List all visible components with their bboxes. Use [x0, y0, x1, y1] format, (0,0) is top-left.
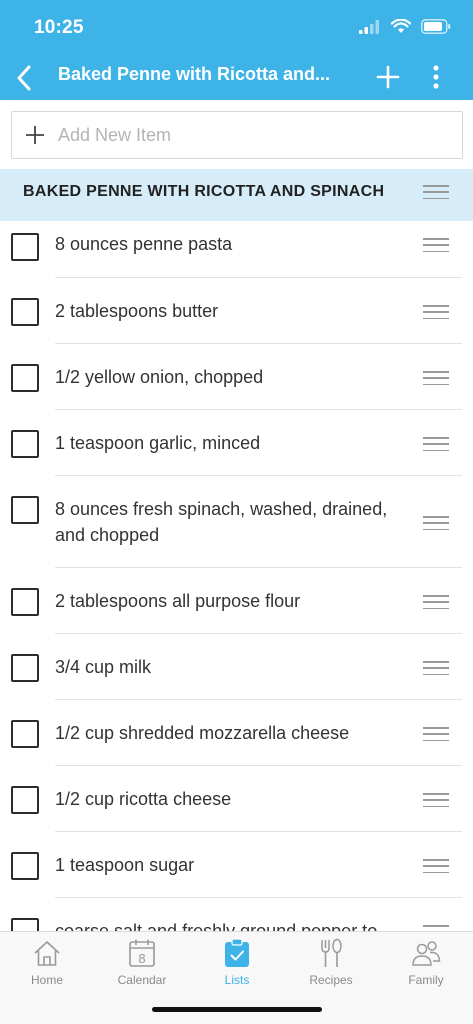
tab-label: Home: [30, 973, 63, 987]
plus-icon: [12, 112, 58, 158]
item-label: 8 ounces penne pasta: [55, 234, 233, 254]
item-checkbox[interactable]: [11, 298, 39, 326]
item-label: 8 ounces fresh spinach, washed, drained,…: [55, 499, 388, 545]
list-item[interactable]: 1/2 yellow onion, chopped: [0, 344, 473, 410]
page-title: Baked Penne with Ricotta and...: [58, 64, 331, 84]
item-label: 1 teaspoon sugar: [55, 855, 195, 875]
more-options-button[interactable]: [426, 62, 446, 92]
ingredient-list: 8 ounces penne pasta 2 tablespoons butte…: [0, 221, 473, 931]
tab-home[interactable]: Home: [7, 938, 87, 994]
list-item[interactable]: 2 tablespoons all purpose flour: [0, 568, 473, 634]
item-checkbox[interactable]: [11, 364, 39, 392]
more-vertical-icon: [433, 65, 439, 89]
item-label: 1/2 yellow onion, chopped: [55, 367, 264, 387]
item-checkbox[interactable]: [11, 430, 39, 458]
list-item[interactable]: 1 teaspoon garlic, minced: [0, 410, 473, 476]
home-icon: [34, 941, 60, 966]
drag-handle-icon[interactable]: [423, 516, 449, 530]
tab-calendar[interactable]: 8 Calendar: [102, 938, 182, 994]
list-item[interactable]: 1/2 cup shredded mozzarella cheese: [0, 700, 473, 766]
item-label: 1/2 cup shredded mozzarella cheese: [55, 723, 350, 743]
nav-row: Baked Penne with Ricotta and...: [0, 56, 473, 100]
item-checkbox[interactable]: [11, 720, 39, 748]
status-time: 10:25: [34, 17, 84, 38]
list-item[interactable]: 8 ounces fresh spinach, washed, drained,…: [0, 476, 473, 568]
status-bar: 10:25: [0, 0, 473, 56]
plus-icon: [376, 65, 400, 89]
item-checkbox[interactable]: [11, 786, 39, 814]
list-item[interactable]: 8 ounces penne pasta: [0, 221, 473, 278]
drag-handle-icon[interactable]: [423, 859, 449, 873]
drag-handle-icon[interactable]: [423, 305, 449, 319]
item-checkbox[interactable]: [11, 588, 39, 616]
list-item[interactable]: 1 teaspoon sugar: [0, 832, 473, 898]
drag-handle-icon[interactable]: [423, 661, 449, 675]
drag-handle-icon[interactable]: [423, 595, 449, 609]
item-checkbox[interactable]: [11, 654, 39, 682]
item-checkbox[interactable]: [11, 852, 39, 880]
drag-handle-icon[interactable]: [423, 371, 449, 385]
tab-label: Calendar: [117, 973, 167, 987]
app-header: 10:25 Baked Penne with Ricotta and...: [0, 0, 473, 100]
list-item[interactable]: 1/2 cup ricotta cheese: [0, 766, 473, 832]
item-label: 3/4 cup milk: [55, 657, 152, 677]
tab-label: Lists: [224, 973, 250, 987]
list-item[interactable]: coarse salt and freshly ground pepper to: [0, 898, 473, 931]
add-item-input[interactable]: [58, 124, 438, 146]
battery-icon: [421, 19, 451, 34]
recipes-icon: [321, 938, 342, 967]
tab-family[interactable]: Family: [386, 938, 466, 994]
back-button[interactable]: [10, 60, 38, 96]
tab-lists[interactable]: Lists: [197, 938, 277, 994]
item-checkbox[interactable]: [11, 918, 39, 931]
add-item-field[interactable]: [11, 111, 463, 159]
list-item[interactable]: 3/4 cup milk: [0, 634, 473, 700]
item-label: 2 tablespoons all purpose flour: [55, 591, 301, 611]
lists-icon: [225, 938, 249, 967]
family-icon: [412, 941, 441, 966]
item-label: 2 tablespoons butter: [55, 301, 219, 321]
home-indicator: [152, 1007, 322, 1012]
add-button[interactable]: [374, 62, 402, 92]
tab-label: Family: [408, 973, 444, 987]
drag-handle-icon[interactable]: [423, 437, 449, 451]
item-label: 1 teaspoon garlic, minced: [55, 433, 261, 453]
item-label: coarse salt and freshly ground pepper to: [55, 921, 378, 931]
item-label: 1/2 cup ricotta cheese: [55, 789, 232, 809]
drag-handle-icon[interactable]: [423, 727, 449, 741]
section-title: BAKED PENNE WITH RICOTTA AND SPINACH: [23, 183, 385, 200]
drag-handle-icon[interactable]: [423, 238, 449, 252]
chevron-left-icon: [17, 65, 31, 91]
wifi-icon: [391, 19, 411, 33]
drag-handle-icon[interactable]: [423, 793, 449, 807]
calendar-icon: 8: [129, 939, 155, 967]
item-checkbox[interactable]: [11, 496, 39, 524]
list-item[interactable]: 2 tablespoons butter: [0, 278, 473, 344]
calendar-day: 8: [138, 951, 145, 966]
item-checkbox[interactable]: [11, 233, 39, 261]
drag-handle-icon[interactable]: [423, 185, 449, 199]
tab-label: Recipes: [309, 973, 353, 987]
status-icons: [359, 19, 451, 34]
cellular-signal-icon: [359, 19, 379, 34]
list-section-header: BAKED PENNE WITH RICOTTA AND SPINACH: [0, 169, 473, 221]
tab-recipes[interactable]: Recipes: [291, 938, 371, 994]
